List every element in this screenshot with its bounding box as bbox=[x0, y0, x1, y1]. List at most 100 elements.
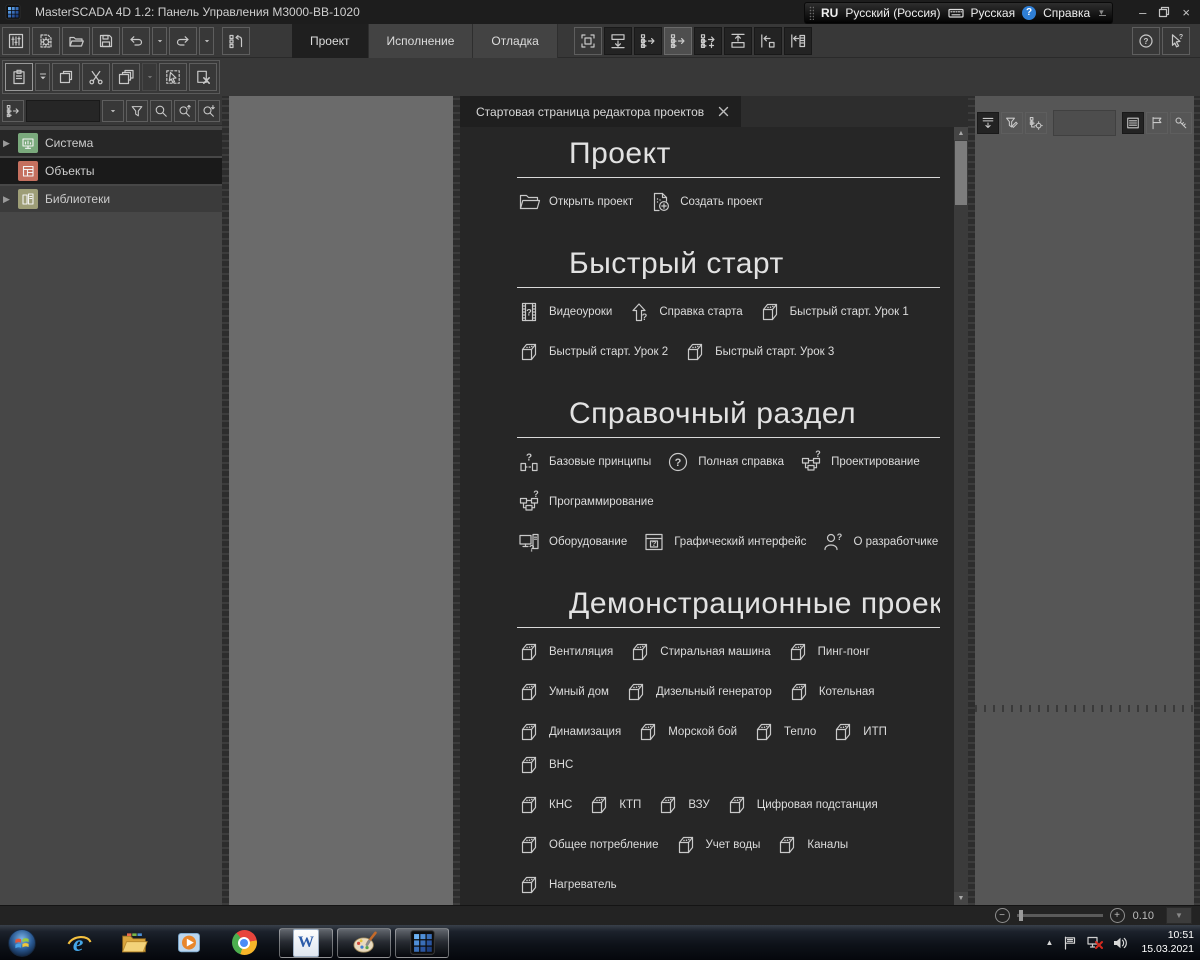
cut-button[interactable] bbox=[82, 63, 110, 91]
help-button[interactable] bbox=[1132, 27, 1160, 55]
help-item[interactable]: Проектирование bbox=[799, 449, 920, 475]
language-help-label[interactable]: Справка bbox=[1043, 6, 1090, 20]
close-button[interactable]: × bbox=[1182, 5, 1190, 20]
demo-project-item[interactable]: ВЗУ bbox=[656, 792, 709, 818]
search-button[interactable] bbox=[150, 100, 172, 122]
search-prev-button[interactable] bbox=[174, 100, 196, 122]
langbar-options-icon[interactable]: ▾ bbox=[1099, 10, 1106, 16]
dock-bottom-button[interactable] bbox=[604, 27, 632, 55]
tray-show-hidden-icon[interactable]: ▲ bbox=[1046, 938, 1054, 947]
tree-sync-button[interactable] bbox=[2, 100, 24, 122]
panel-settings-button[interactable] bbox=[2, 27, 30, 55]
splitter-mid[interactable] bbox=[453, 96, 460, 905]
splitter-right[interactable] bbox=[968, 96, 975, 905]
duplicate-button[interactable] bbox=[112, 63, 140, 91]
demo-project-item[interactable]: Тепло bbox=[752, 719, 816, 745]
start-button[interactable] bbox=[6, 927, 38, 959]
open-button[interactable] bbox=[62, 27, 90, 55]
open-project-item[interactable]: Открыть проект bbox=[517, 189, 633, 215]
vertical-scrollbar[interactable]: ▲ ▼ bbox=[954, 127, 968, 905]
start-page-tab[interactable]: Стартовая страница редактора проектов bbox=[460, 96, 741, 127]
tree-panel-button-2[interactable] bbox=[664, 27, 692, 55]
right-panel-field[interactable] bbox=[1053, 110, 1116, 136]
restore-layout-button[interactable] bbox=[222, 27, 250, 55]
taskbar-item-paint[interactable] bbox=[337, 928, 391, 958]
language-name[interactable]: Русский (Россия) bbox=[845, 6, 940, 20]
quickstart-item[interactable]: Быстрый старт. Урок 2 bbox=[517, 339, 668, 365]
splitter-edge[interactable] bbox=[1194, 96, 1200, 905]
sidebar-item-system[interactable]: ▶ Система bbox=[0, 130, 222, 156]
demo-project-item[interactable]: Дизельный генератор bbox=[624, 679, 772, 705]
tree-panel-button[interactable] bbox=[634, 27, 662, 55]
dock-top-button[interactable] bbox=[724, 27, 752, 55]
paste-button[interactable] bbox=[5, 63, 33, 91]
langbar-grip[interactable] bbox=[809, 6, 814, 20]
demo-project-item[interactable]: Общее потребление bbox=[517, 832, 659, 858]
horizontal-splitter[interactable] bbox=[975, 705, 1194, 712]
tab-runtime[interactable]: Исполнение bbox=[369, 24, 474, 58]
zoom-in-button[interactable]: + bbox=[1110, 908, 1125, 923]
demo-project-item[interactable]: Стиральная машина bbox=[628, 639, 770, 665]
filter-button[interactable] bbox=[126, 100, 148, 122]
action-center-flag-icon[interactable] bbox=[1062, 935, 1078, 951]
minimize-button[interactable]: – bbox=[1139, 5, 1146, 20]
quickstart-item[interactable]: Справка старта bbox=[627, 299, 742, 325]
taskbar-item-ie[interactable]: e bbox=[63, 927, 95, 959]
demo-project-item[interactable]: КТП bbox=[587, 792, 641, 818]
tree-panel-add-button[interactable] bbox=[694, 27, 722, 55]
restore-button[interactable] bbox=[1158, 6, 1170, 18]
taskbar-clock[interactable]: 10:51 15.03.2021 bbox=[1141, 929, 1194, 956]
taskbar-item-chrome[interactable] bbox=[228, 927, 260, 959]
undo-dropdown[interactable] bbox=[152, 27, 167, 55]
taskbar-item-wmp[interactable] bbox=[173, 927, 205, 959]
tab-debug[interactable]: Отладка bbox=[473, 24, 557, 58]
scrollbar-thumb[interactable] bbox=[955, 141, 967, 205]
quickstart-item[interactable]: Быстрый старт. Урок 3 bbox=[683, 339, 834, 365]
demo-project-item[interactable]: Учет воды bbox=[674, 832, 761, 858]
list-view-button[interactable] bbox=[1122, 112, 1144, 134]
tree-settings-button[interactable] bbox=[1025, 112, 1047, 134]
save-button[interactable] bbox=[92, 27, 120, 55]
combobox-dropdown[interactable] bbox=[102, 100, 124, 122]
demo-project-item[interactable]: КНС bbox=[517, 792, 572, 818]
zoom-out-button[interactable]: − bbox=[995, 908, 1010, 923]
taskbar-item-word[interactable]: W bbox=[279, 928, 333, 958]
quickstart-item[interactable]: Видеоуроки bbox=[517, 299, 612, 325]
undo-button[interactable] bbox=[122, 27, 150, 55]
demo-project-item[interactable]: ВНС bbox=[517, 752, 573, 778]
duplicate-dropdown[interactable] bbox=[142, 63, 157, 91]
language-code[interactable]: RU bbox=[821, 6, 838, 20]
expander-icon[interactable]: ▶ bbox=[3, 194, 11, 205]
collapse-all-button[interactable] bbox=[977, 112, 999, 134]
select-button[interactable] bbox=[159, 63, 187, 91]
copy-button[interactable] bbox=[52, 63, 80, 91]
key-button[interactable] bbox=[1170, 112, 1192, 134]
help-item[interactable]: Оборудование bbox=[517, 529, 627, 555]
zoom-slider[interactable] bbox=[1017, 914, 1103, 917]
demo-project-item[interactable]: Нагреватель bbox=[517, 872, 617, 898]
redo-dropdown[interactable] bbox=[199, 27, 214, 55]
demo-project-item[interactable]: Умный дом bbox=[517, 679, 609, 705]
demo-project-item[interactable]: Котельная bbox=[787, 679, 875, 705]
create-project-item[interactable]: Создать проект bbox=[648, 189, 763, 215]
help-item[interactable]: Базовые принципы bbox=[517, 449, 651, 475]
sidebar-item-libraries[interactable]: ▶ Библиотеки bbox=[0, 186, 222, 212]
project-settings-button[interactable] bbox=[32, 27, 60, 55]
network-disconnected-icon[interactable] bbox=[1087, 935, 1103, 951]
search-next-button[interactable] bbox=[198, 100, 220, 122]
splitter-left[interactable] bbox=[222, 96, 229, 905]
quickstart-item[interactable]: Быстрый старт. Урок 1 bbox=[758, 299, 909, 325]
expander-icon[interactable]: ▶ bbox=[3, 138, 11, 149]
scroll-up-button[interactable]: ▲ bbox=[954, 127, 968, 140]
delete-button[interactable] bbox=[189, 63, 217, 91]
demo-project-item[interactable]: Пинг-понг bbox=[786, 639, 870, 665]
sidebar-item-objects[interactable]: Объекты bbox=[0, 158, 222, 184]
fit-frame-button[interactable] bbox=[574, 27, 602, 55]
paste-dropdown[interactable] bbox=[35, 63, 50, 91]
demo-project-item[interactable]: ИТП bbox=[831, 719, 887, 745]
dock-left-button[interactable] bbox=[754, 27, 782, 55]
close-tab-icon[interactable] bbox=[718, 106, 729, 117]
demo-project-item[interactable]: Каналы bbox=[775, 832, 848, 858]
tree-filter-combobox[interactable] bbox=[26, 100, 100, 122]
demo-project-item[interactable]: Морской бой bbox=[636, 719, 737, 745]
